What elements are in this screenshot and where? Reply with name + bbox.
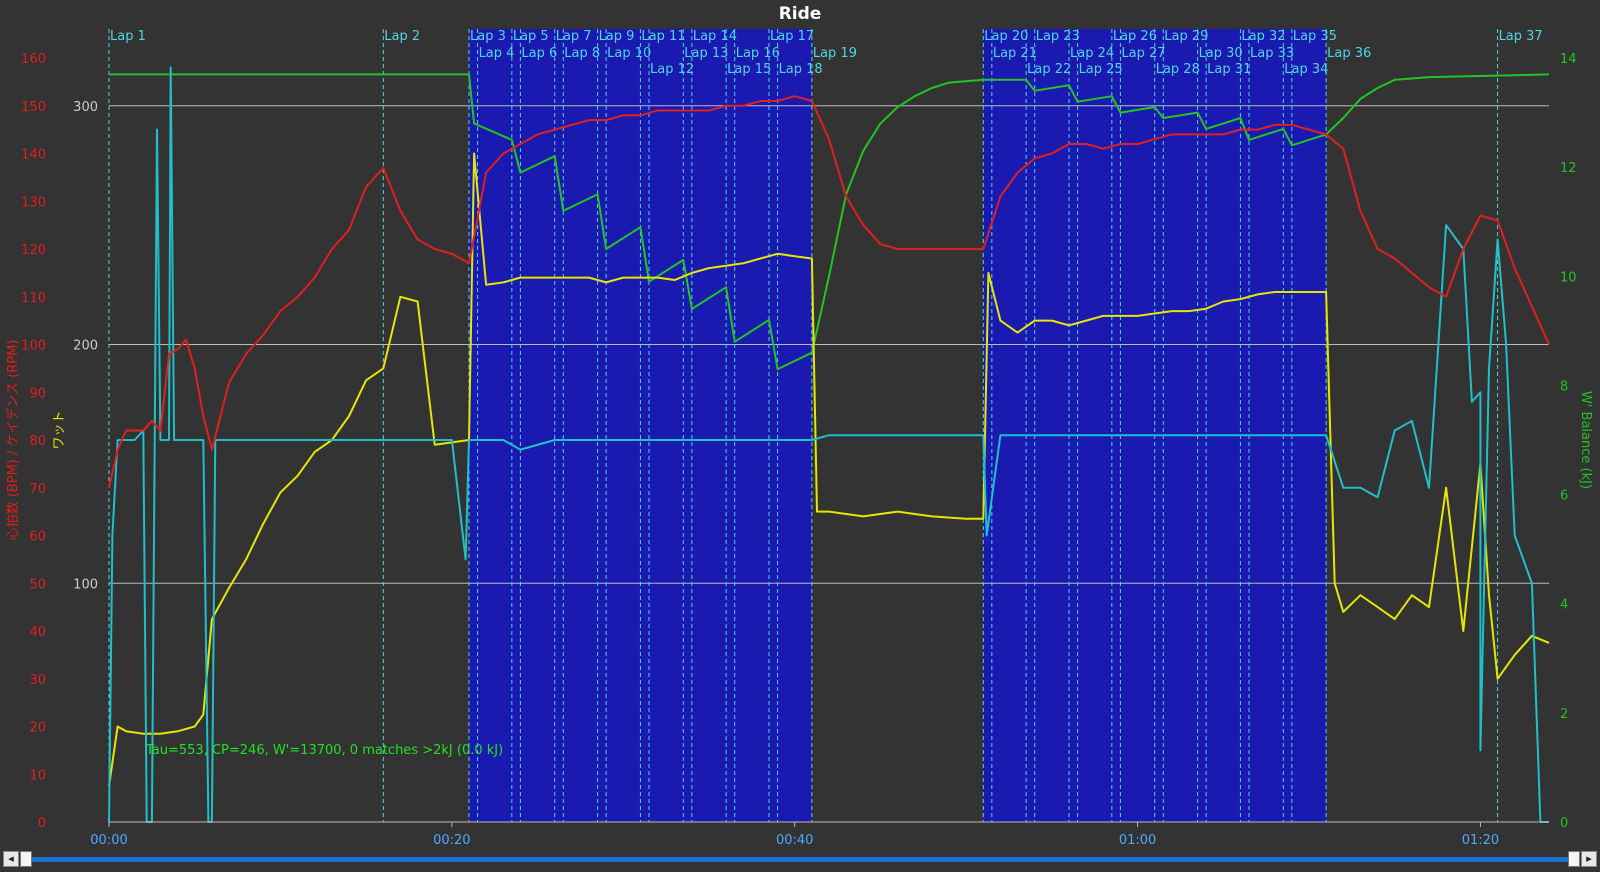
hr-cadence-tick-label: 90 bbox=[29, 386, 46, 401]
watts-tick-label: 200 bbox=[73, 339, 98, 354]
lap-label: Lap 21 bbox=[993, 46, 1037, 61]
hr-cadence-tick-label: 10 bbox=[29, 768, 46, 783]
lap-label: Lap 34 bbox=[1284, 62, 1328, 77]
scroll-handle-left[interactable] bbox=[20, 851, 32, 867]
scroll-track[interactable] bbox=[26, 857, 1574, 862]
hr-cadence-tick-label: 150 bbox=[21, 100, 46, 115]
x-tick-label: 01:00 bbox=[1119, 833, 1156, 848]
hr-cadence-tick-label: 50 bbox=[29, 577, 46, 592]
lap-label: Lap 36 bbox=[1327, 46, 1371, 61]
watts-tick-label: 300 bbox=[73, 100, 98, 115]
hr-cadence-tick-label: 130 bbox=[21, 195, 46, 210]
x-tick-label: 00:00 bbox=[90, 833, 127, 848]
lap-label: Lap 23 bbox=[1036, 29, 1080, 44]
lap-label: Lap 2 bbox=[384, 29, 420, 44]
x-tick-label: 00:40 bbox=[776, 833, 813, 848]
wbal-tick-label: 0 bbox=[1560, 816, 1568, 831]
wbal-tick-label: 12 bbox=[1560, 161, 1577, 176]
lap-label: Lap 26 bbox=[1113, 29, 1157, 44]
wbal-axis-label: W' Balance (kJ) bbox=[1578, 391, 1593, 489]
wbal-tick-label: 4 bbox=[1560, 598, 1568, 613]
lap-label: Lap 7 bbox=[556, 29, 592, 44]
hr-cadence-tick-label: 40 bbox=[29, 625, 46, 640]
lap-label: Lap 24 bbox=[1070, 46, 1114, 61]
lap-label: Lap 12 bbox=[650, 62, 694, 77]
ride-chart: Lap 1 Lap 2 Lap 3 Lap 4 Lap 5 Lap 6 Lap 7 Lap 8… bbox=[0, 0, 1600, 848]
x-tick-label: 01:20 bbox=[1462, 833, 1499, 848]
hr-cadence-tick-label: 0 bbox=[38, 816, 46, 831]
hr-cadence-tick-label: 80 bbox=[29, 434, 46, 449]
lap-label: Lap 16 bbox=[736, 46, 780, 61]
lap-label: Lap 11 bbox=[641, 29, 685, 44]
hr-cadence-tick-label: 60 bbox=[29, 530, 46, 545]
wbal-tick-label: 2 bbox=[1560, 707, 1568, 722]
watts-tick-label: 100 bbox=[73, 577, 98, 592]
watts-axis-label: ワット bbox=[52, 410, 67, 449]
hr-cadence-tick-label: 70 bbox=[29, 482, 46, 497]
lap-label: Lap 18 bbox=[779, 62, 823, 77]
scroll-left-button[interactable]: ◂ bbox=[3, 851, 19, 867]
time-scrollbar[interactable]: ◂ ▸ bbox=[0, 848, 1600, 872]
lap-label: Lap 29 bbox=[1164, 29, 1208, 44]
lap-label: Lap 10 bbox=[607, 46, 651, 61]
lap-label: Lap 20 bbox=[984, 29, 1028, 44]
hr-cadence-tick-label: 20 bbox=[29, 721, 46, 736]
hr-cadence-tick-label: 100 bbox=[21, 339, 46, 354]
lap-label: Lap 3 bbox=[470, 29, 506, 44]
scroll-right-button[interactable]: ▸ bbox=[1581, 851, 1597, 867]
lap-label: Lap 13 bbox=[684, 46, 728, 61]
wbal-tick-label: 10 bbox=[1560, 270, 1577, 285]
wbal-tick-label: 6 bbox=[1560, 489, 1568, 504]
lap-label: Lap 15 bbox=[727, 62, 771, 77]
hr-cadence-tick-label: 160 bbox=[21, 52, 46, 67]
hr-cadence-tick-label: 140 bbox=[21, 148, 46, 163]
lap-label: Lap 8 bbox=[564, 46, 600, 61]
lap-label: Lap 1 bbox=[110, 29, 146, 44]
lap-label: Lap 33 bbox=[1250, 46, 1294, 61]
lap-label: Lap 25 bbox=[1079, 62, 1123, 77]
hr-cadence-tick-label: 30 bbox=[29, 673, 46, 688]
lap-label: Lap 19 bbox=[813, 46, 857, 61]
chart-title: Ride bbox=[779, 4, 822, 24]
lap-label: Lap 27 bbox=[1121, 46, 1165, 61]
lap-label: Lap 22 bbox=[1027, 62, 1071, 77]
lap-label: Lap 32 bbox=[1241, 29, 1285, 44]
scroll-handle-right[interactable] bbox=[1568, 851, 1580, 867]
wbal-tick-label: 14 bbox=[1560, 52, 1577, 67]
lap-label: Lap 37 bbox=[1499, 29, 1543, 44]
lap-label: Lap 14 bbox=[693, 29, 737, 44]
wbal-tick-label: 8 bbox=[1560, 379, 1568, 394]
lap-label: Lap 4 bbox=[479, 46, 515, 61]
hr-cadence-tick-label: 110 bbox=[21, 291, 46, 306]
hr-cadence-axis-label: 心拍数 (BPM) / ケイデンス (RPM) bbox=[5, 340, 21, 541]
lap-label: Lap 28 bbox=[1156, 62, 1200, 77]
lap-label: Lap 17 bbox=[770, 29, 814, 44]
lap-label: Lap 9 bbox=[599, 29, 635, 44]
lap-label: Lap 31 bbox=[1207, 62, 1251, 77]
wbal-annotation: Tau=553, CP=246, W'=13700, 0 matches >2k… bbox=[145, 743, 503, 758]
lap-label: Lap 35 bbox=[1293, 29, 1337, 44]
lap-label: Lap 6 bbox=[521, 46, 557, 61]
x-tick-label: 00:20 bbox=[433, 833, 470, 848]
hr-cadence-tick-label: 120 bbox=[21, 243, 46, 258]
lap-label: Lap 5 bbox=[513, 29, 549, 44]
lap-label: Lap 30 bbox=[1199, 46, 1243, 61]
